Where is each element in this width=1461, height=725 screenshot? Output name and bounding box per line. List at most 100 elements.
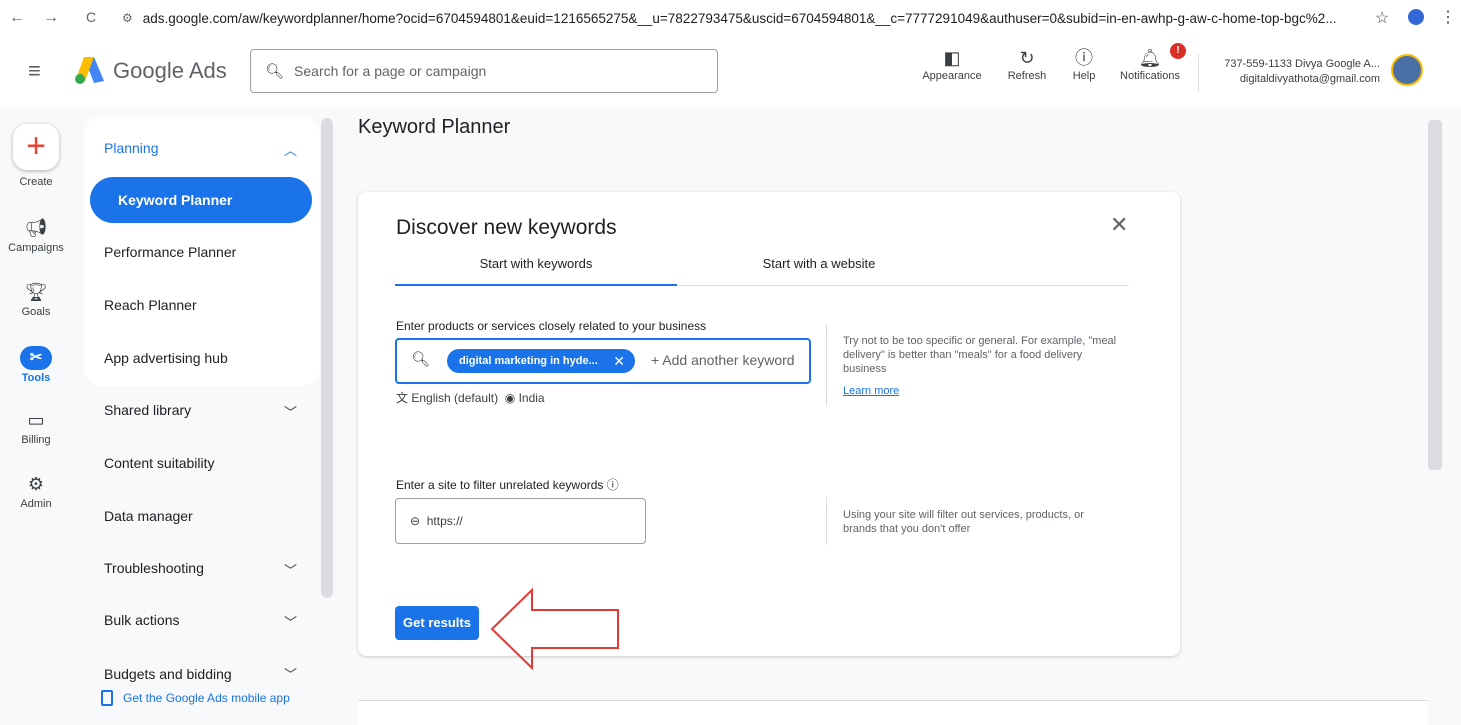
help-label: Help <box>1072 70 1096 82</box>
star-icon[interactable]: ☆ <box>1375 8 1389 28</box>
main-scrollbar[interactable] <box>1428 120 1442 470</box>
active-tab-indicator <box>395 284 677 286</box>
navigation-rail: + Create 📢︎ Campaigns 🏆︎ Goals ✂ Tools ▭… <box>0 108 72 725</box>
sidebar-item-performance-planner[interactable]: Performance Planner <box>104 244 236 260</box>
planning-header[interactable]: Planning <box>104 140 159 156</box>
rail-campaigns[interactable]: 📢︎ Campaigns <box>0 218 72 254</box>
trophy-icon: 🏆︎ <box>24 282 48 302</box>
rail-create[interactable]: + Create <box>0 124 72 188</box>
chevron-up-icon[interactable]: ︿ <box>284 140 297 159</box>
profile-icon[interactable] <box>1408 9 1424 25</box>
sidebar-item-app-advertising-hub[interactable]: App advertising hub <box>104 350 228 366</box>
notifications-label: Notifications <box>1120 70 1180 82</box>
chevron-down-icon[interactable]: ﹀ <box>284 402 297 421</box>
subnav-scrollbar[interactable] <box>321 118 333 598</box>
notification-badge: ! <box>1170 43 1186 59</box>
page-title: Keyword Planner <box>358 116 511 138</box>
site-filter-label-text: Enter a site to filter unrelated keyword… <box>396 478 604 492</box>
sidebar-item-troubleshooting[interactable]: Troubleshooting <box>104 560 204 576</box>
rail-label: Campaigns <box>8 242 64 254</box>
help-icon: ⓘ <box>1075 48 1093 68</box>
rail-admin[interactable]: ⚙ Admin <box>0 474 72 510</box>
refresh-button[interactable]: ↻ Refresh <box>1002 46 1052 82</box>
keyword-input[interactable]: 🔍︎ digital marketing in hyde... ✕ + Add … <box>395 338 811 384</box>
rail-label: Billing <box>21 434 51 446</box>
url-text: ads.google.com/aw/keywordplanner/home?oc… <box>142 10 1337 26</box>
red-arrow-annotation <box>490 588 619 670</box>
gear-icon: ⚙ <box>27 474 45 494</box>
sidebar-item-keyword-planner[interactable]: Keyword Planner <box>90 177 312 223</box>
keyword-tip: Try not to be too specific or general. F… <box>843 335 1117 375</box>
search-icon: 🔍︎ <box>265 63 285 80</box>
sidebar-item-budgets-and-bidding[interactable]: Budgets and bidding <box>104 666 232 682</box>
reload-icon[interactable]: C <box>80 9 102 25</box>
refresh-label: Refresh <box>1007 70 1047 82</box>
discover-keywords-card: Discover new keywords ✕ Start with keywo… <box>358 192 1180 656</box>
close-icon[interactable]: ✕ <box>1110 212 1128 238</box>
get-results-button[interactable]: Get results <box>395 606 479 640</box>
header-divider <box>1198 54 1199 92</box>
tab-start-with-website[interactable]: Start with a website <box>678 256 960 271</box>
tools-subnav: Planning ︿ Keyword Planner Performance P… <box>84 108 320 725</box>
rail-label: Tools <box>21 372 51 384</box>
site-help-divider <box>826 497 827 545</box>
search-placeholder: Search for a page or campaign <box>294 63 487 79</box>
phone-icon <box>101 690 113 706</box>
credit-card-icon: ▭ <box>27 410 45 430</box>
rail-label: Goals <box>21 306 51 318</box>
account-name: 737-559-1133 Divya Google A... <box>1224 58 1380 70</box>
notifications-button[interactable]: 🔔︎ ! Notifications <box>1112 43 1188 82</box>
back-icon[interactable]: ← <box>6 9 28 27</box>
site-url-input[interactable]: ⊖ https:// <box>395 498 646 544</box>
help-circle-icon[interactable]: ⓘ <box>607 478 619 492</box>
card-title: Discover new keywords <box>396 216 617 239</box>
rail-billing[interactable]: ▭ Billing <box>0 410 72 446</box>
search-input[interactable]: 🔍︎ Search for a page or campaign <box>250 49 718 93</box>
rail-goals[interactable]: 🏆︎ Goals <box>0 282 72 318</box>
appearance-icon: ◧ <box>943 48 961 68</box>
megaphone-icon: 📢︎ <box>24 218 48 238</box>
sidebar-item-bulk-actions[interactable]: Bulk actions <box>104 612 179 628</box>
chevron-down-icon[interactable]: ﹀ <box>284 612 297 631</box>
tools-icon: ✂ <box>20 346 52 370</box>
hamburger-menu-icon[interactable]: ≡ <box>28 58 41 84</box>
browser-menu-icon[interactable]: ⋮ <box>1440 7 1456 27</box>
mobile-app-link[interactable]: Get the Google Ads mobile app <box>101 690 290 706</box>
browser-toolbar: ← → C ⚙ ads.google.com/aw/keywordplanner… <box>0 0 1461 36</box>
app-header: ≡ Google Ads 🔍︎ Search for a page or cam… <box>0 36 1461 108</box>
help-divider <box>826 324 827 406</box>
translate-icon: 文 <box>396 391 409 405</box>
keyword-chip[interactable]: digital marketing in hyde... ✕ <box>447 349 635 373</box>
link-icon: ⊖ <box>410 514 421 528</box>
address-bar[interactable]: ⚙ ads.google.com/aw/keywordplanner/home?… <box>112 4 1362 32</box>
rail-label: Admin <box>20 498 52 510</box>
brand-name: Google Ads <box>113 58 227 83</box>
location-pin-icon: ◉ <box>504 391 516 405</box>
tab-start-with-keywords[interactable]: Start with keywords <box>395 256 677 271</box>
sidebar-item-data-manager[interactable]: Data manager <box>104 508 193 524</box>
site-placeholder: https:// <box>426 514 463 528</box>
add-keyword-placeholder[interactable]: + Add another keyword <box>651 352 795 368</box>
locale-settings[interactable]: 文 English (default) ◉ India <box>396 389 545 406</box>
avatar[interactable] <box>1391 54 1423 86</box>
chevron-down-icon[interactable]: ﹀ <box>284 560 297 579</box>
site-filter-label: Enter a site to filter unrelated keyword… <box>396 476 619 493</box>
sidebar-item-reach-planner[interactable]: Reach Planner <box>104 297 197 313</box>
sidebar-item-content-suitability[interactable]: Content suitability <box>104 455 215 471</box>
location-value: India <box>518 391 545 405</box>
chevron-down-icon[interactable]: ﹀ <box>284 664 297 683</box>
chip-remove-icon[interactable]: ✕ <box>613 349 625 373</box>
learn-more-link[interactable]: Learn more <box>843 385 899 397</box>
account-info[interactable]: 737-559-1133 Divya Google A... digitaldi… <box>1210 57 1380 87</box>
rail-tools[interactable]: ✂ Tools <box>0 346 72 384</box>
planning-section: Planning ︿ Keyword Planner Performance P… <box>84 116 320 386</box>
sidebar-item-shared-library[interactable]: Shared library <box>104 402 191 418</box>
google-ads-logo-icon <box>75 57 104 84</box>
results-area <box>358 700 1428 725</box>
account-email: digitaldivyathota@gmail.com <box>1239 73 1380 85</box>
plus-icon: + <box>13 124 59 170</box>
forward-icon[interactable]: → <box>40 9 62 27</box>
site-settings-icon[interactable]: ⚙ <box>122 11 133 25</box>
appearance-button[interactable]: ◧ Appearance <box>920 46 984 82</box>
help-button[interactable]: ⓘ Help <box>1064 46 1104 82</box>
